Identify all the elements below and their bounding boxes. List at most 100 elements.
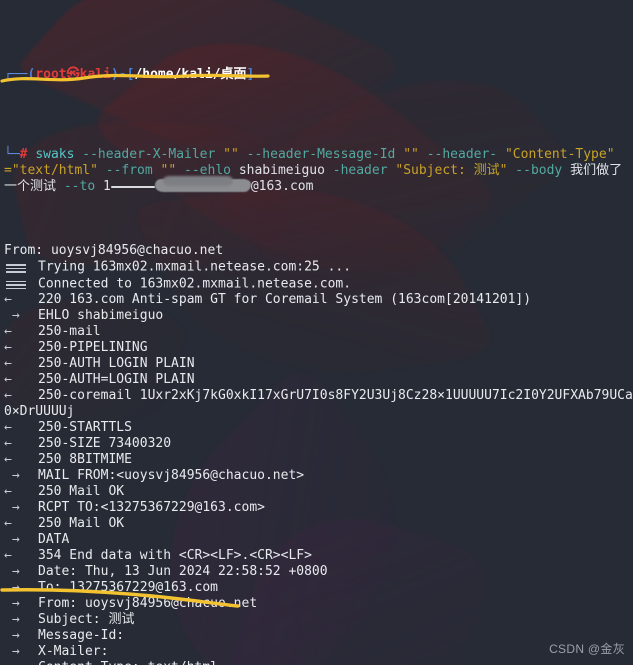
arrow-right-icon: →: [4, 468, 20, 483]
csdn-watermark: CSDN @金灰: [549, 642, 625, 656]
command-token: --from: [105, 163, 153, 178]
log-line: → MAIL FROM:<uoysvj84956@chacuo.net>: [0, 468, 633, 484]
log-line: ← 250-mail: [0, 324, 633, 340]
log-line: → EHLO shabimeiguo: [0, 308, 633, 324]
command-name: swaks: [35, 147, 75, 162]
recipient-domain: @163.com: [250, 179, 314, 194]
log-line-text: To: 13275367229@163.com: [38, 580, 219, 595]
prompt-corner-bottom: └─: [4, 147, 20, 162]
arrow-right-icon: →: [4, 628, 20, 643]
arrow-right-icon: →: [4, 580, 20, 595]
log-line-text: Message-Id:: [38, 628, 125, 643]
arrow-right-icon: →: [4, 564, 20, 579]
terminal-output: ┌──(root㉿kali)-[/home/kali/桌面] └─# swaks…: [0, 0, 633, 665]
command-token: "": [403, 147, 419, 162]
arrow-right-icon: →: [4, 532, 20, 547]
log-line: ← 250-SIZE 73400320: [0, 436, 633, 452]
log-line-text: 250-AUTH LOGIN PLAIN: [38, 356, 195, 371]
redaction-mark: [110, 186, 155, 188]
log-line: →Content-Type: text/html: [0, 660, 633, 665]
log-line: → Date: Thu, 13 Jun 2024 22:58:52 +0800: [0, 564, 633, 580]
log-line: → From: uoysvj84956@chacuo.net: [0, 596, 633, 612]
command-token: "Content-Type": [504, 147, 615, 162]
log-line: → To: 13275367229@163.com: [0, 580, 633, 596]
log-line: ← 250-AUTH=LOGIN PLAIN: [0, 372, 633, 388]
log-line-text: Subject: 测试: [38, 612, 135, 627]
prompt-path: /home/kali/桌面: [134, 67, 247, 82]
arrow-left-icon: ←: [4, 372, 12, 387]
log-line-text: 250-mail: [38, 324, 101, 339]
log-line: ← 354 End data with <CR><LF>.<CR><LF>: [0, 548, 633, 564]
log-line-text: DATA: [38, 532, 70, 547]
log-line: → DATA: [0, 532, 633, 548]
arrow-left-icon: ←: [4, 436, 12, 451]
log-line-text: RCPT TO:<13275367229@163.com>: [38, 500, 265, 515]
arrow-left-icon: ←: [4, 292, 12, 307]
log-line-text: 250-STARTTLS: [38, 420, 132, 435]
log-line: → RCPT TO:<13275367229@163.com>: [0, 500, 633, 516]
log-line: Connected to 163mx02.mxmail.netease.com.: [0, 276, 633, 293]
command-token: --to: [63, 179, 96, 194]
arrow-left-icon: ←: [4, 420, 12, 435]
log-line-text: 354 End data with <CR><LF>.<CR><LF>: [38, 548, 312, 563]
arrow-left-icon: ←: [4, 324, 12, 339]
kali-at-icon: ㉿: [66, 67, 80, 82]
log-line-text: 250-AUTH=LOGIN PLAIN: [38, 372, 195, 387]
log-line: ← 220 163.com Anti-spam GT for Coremail S…: [0, 292, 633, 308]
arrow-left-icon: ←: [4, 452, 12, 467]
command-token: shabimeiguo: [238, 163, 325, 178]
prompt-line-top: ┌──(root㉿kali)-[/home/kali/桌面]: [0, 67, 633, 83]
log-line-text: Date: Thu, 13 Jun 2024 22:58:52 +0800: [38, 564, 328, 579]
arrow-right-icon: →: [4, 644, 20, 659]
log-line-text: 220 163.com Anti-spam GT for Coremail Sy…: [38, 292, 532, 307]
command-line[interactable]: └─# swaks --header-X-Mailer "" --header-…: [0, 147, 633, 195]
command-token: "": [223, 147, 239, 162]
command-token: --header-X-Mailer: [82, 147, 216, 162]
arrow-left-icon: ←: [4, 548, 12, 563]
arrow-right-icon: →: [4, 308, 20, 323]
log-line-text: MAIL FROM:<uoysvj84956@chacuo.net>: [38, 468, 305, 483]
log-line: ← 250-PIPELINING: [0, 340, 633, 356]
arrow-right-icon: →: [4, 596, 20, 611]
log-line: ← 250 Mail OK: [0, 484, 633, 500]
log-line: ← 250 Mail OK: [0, 516, 633, 532]
command-token: ="text/html": [4, 163, 98, 178]
command-token: "Subject: 测试": [395, 163, 508, 178]
prompt-close-bracket: ]: [246, 67, 255, 82]
log-line: ← 250 8BITMIME: [0, 452, 633, 468]
log-line: ← 250-coremail 1Uxr2xKj7kG0xkI17xGrU7I0s8…: [0, 388, 633, 420]
log-line-text: 250-coremail 1Uxr2xKj7kG0xkI17xGrU7I0s8F…: [4, 388, 633, 419]
command-token: --body: [515, 163, 563, 178]
prompt-host: kali: [79, 67, 111, 82]
arrow-left-icon: ←: [4, 516, 12, 531]
command-arguments: --header-X-Mailer "" --header-Message-Id…: [4, 147, 622, 194]
log-line-text: 250-PIPELINING: [38, 340, 148, 355]
log-line-text: 250 Mail OK: [38, 516, 125, 531]
prompt-close-paren: ): [110, 67, 119, 82]
recipient-visible-prefix: 1: [102, 179, 111, 194]
arrow-left-icon: ←: [4, 484, 12, 499]
terminal-window[interactable]: ┌──(root㉿kali)-[/home/kali/桌面] └─# swaks…: [0, 0, 633, 665]
arrow-right-icon: →: [4, 500, 20, 515]
log-line-text: 250 Mail OK: [38, 484, 125, 499]
prompt-dash: -: [118, 67, 127, 82]
log-line: From: uoysvj84956@chacuo.net: [0, 243, 633, 259]
log-line-text: From: uoysvj84956@chacuo.net: [38, 596, 258, 611]
log-line: ← 250-AUTH LOGIN PLAIN: [0, 356, 633, 372]
prompt-user: root: [35, 67, 67, 82]
arrow-left-icon: ←: [4, 340, 12, 355]
command-token: --header-: [426, 147, 498, 162]
arrow-right-icon: →: [4, 612, 20, 627]
log-line-text: EHLO shabimeiguo: [38, 308, 164, 323]
log-line-text: Trying 163mx02.mxmail.netease.com:25 ...: [38, 259, 352, 275]
log-line: Trying 163mx02.mxmail.netease.com:25 ...: [0, 259, 633, 276]
log-line-text: 250-SIZE 73400320: [38, 436, 172, 451]
arrow-left-icon: ←: [4, 356, 12, 371]
log-line: → Message-Id:: [0, 628, 633, 644]
prompt-corner-top: ┌──: [4, 67, 28, 82]
arrow-left-icon: ←: [4, 388, 12, 403]
log-line-text: Content-Type: text/html: [38, 660, 218, 665]
info-marker-icon: [4, 259, 38, 275]
arrow-right-icon: →: [4, 660, 38, 665]
log-line: ← 250-STARTTLS: [0, 420, 633, 436]
